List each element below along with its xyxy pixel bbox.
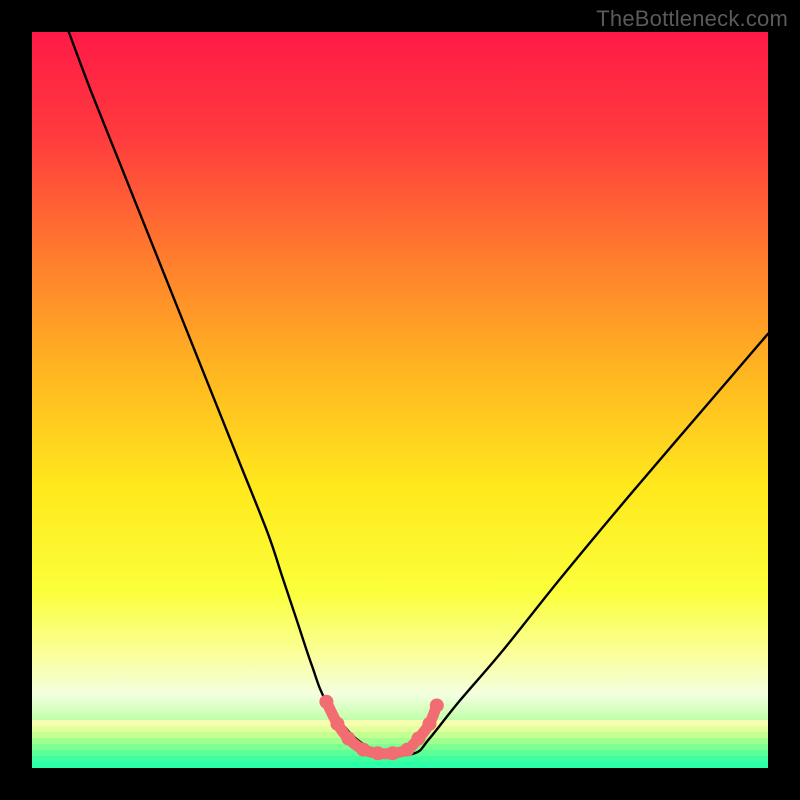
app-frame: TheBottleneck.com <box>0 0 800 800</box>
chart-svg <box>32 32 768 768</box>
plot-area <box>32 32 768 768</box>
bottom-stripes <box>32 720 768 768</box>
black-curve <box>69 32 768 755</box>
watermark-text: TheBottleneck.com <box>596 6 788 32</box>
